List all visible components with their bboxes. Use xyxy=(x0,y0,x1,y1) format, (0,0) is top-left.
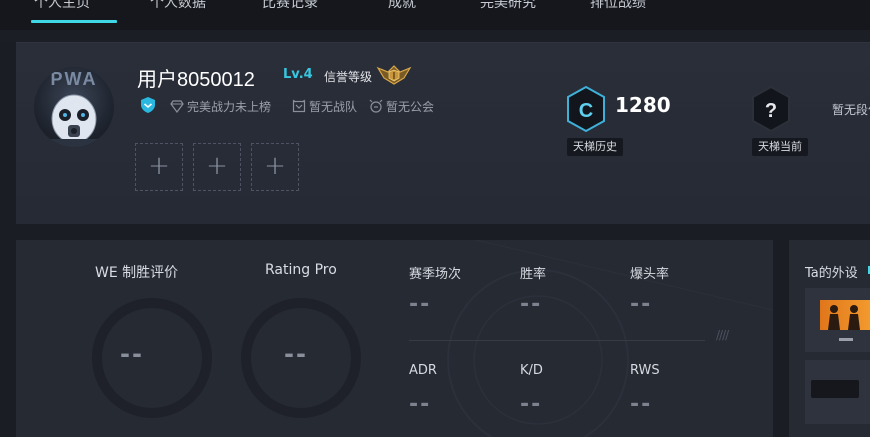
unknown-rank-icon[interactable]: ? xyxy=(749,85,793,133)
rating-pro-title: Rating Pro xyxy=(265,262,337,278)
equipment-title: Ta的外设 xyxy=(805,266,858,281)
ladder-history-score: 1280 xyxy=(615,93,671,117)
ladder-history-label: 天梯历史 xyxy=(567,138,623,156)
equipment-panel: Ta的外设 xyxy=(789,240,870,437)
stat-value-season-matches: -- xyxy=(409,292,432,317)
stat-label-season-matches: 赛季场次 xyxy=(409,267,462,282)
monitor-stand xyxy=(839,338,853,341)
profile-card: PWA 用户8050012 Lv.4 信誉等级 完美战力未上榜 暂无战队 暂无公… xyxy=(16,42,870,224)
equipment-card[interactable] xyxy=(805,288,870,352)
keyboard-icon xyxy=(811,380,859,398)
add-slot-button[interactable]: + xyxy=(193,143,241,191)
stat-label-adr: ADR xyxy=(409,363,437,378)
we-rating-title: WE 制胜评价 xyxy=(95,265,179,281)
stats-divider xyxy=(409,340,705,341)
tab-ranked-record[interactable]: 排位战绩 xyxy=(590,0,646,12)
avatar[interactable]: PWA xyxy=(34,67,114,147)
we-rating-ring xyxy=(92,298,212,418)
top-navigation: 个人主页 个人数据 比赛记录 成就 完美研究 排位战绩 xyxy=(0,0,870,30)
guild-text: 暂无公会 xyxy=(386,100,435,114)
tab-perfect-research[interactable]: 完美研究 xyxy=(480,0,536,12)
add-slot-button[interactable]: + xyxy=(135,143,183,191)
stat-value-win-rate: -- xyxy=(520,292,543,317)
stat-label-kd: K/D xyxy=(520,363,543,378)
team-icon xyxy=(292,99,306,113)
unknown-rank-mark: ? xyxy=(765,100,777,122)
stat-label-headshot-rate: 爆头率 xyxy=(630,267,670,282)
active-tab-indicator xyxy=(31,20,117,23)
add-slot-button[interactable]: + xyxy=(251,143,299,191)
stats-panel: WE 制胜评价 -- Rating Pro -- 赛季场次 -- 胜率 -- 爆… xyxy=(16,240,773,437)
stat-value-adr: -- xyxy=(409,392,432,417)
guild-info[interactable]: 暂无公会 xyxy=(369,98,434,115)
rating-pro-value: -- xyxy=(284,340,308,368)
stat-label-rws: RWS xyxy=(630,363,660,378)
no-rank-text: 暂无段位 xyxy=(832,103,870,117)
stat-value-kd: -- xyxy=(520,392,543,417)
level-badge: Lv.4 xyxy=(283,67,313,82)
username: 用户8050012 xyxy=(137,69,255,91)
stat-label-win-rate: 胜率 xyxy=(520,267,547,282)
guild-icon xyxy=(369,99,383,113)
team-info[interactable]: 暂无战队 xyxy=(292,98,357,115)
tab-achievements[interactable]: 成就 xyxy=(388,0,416,12)
power-ranking-text: 完美战力未上榜 xyxy=(187,100,272,114)
section-separator xyxy=(0,30,870,42)
character-silhouette-icon xyxy=(828,305,860,330)
stat-value-headshot-rate: -- xyxy=(630,292,653,317)
ladder-current-label: 天梯当前 xyxy=(752,138,808,156)
stat-value-rws: -- xyxy=(630,392,653,417)
power-ranking: 完美战力未上榜 xyxy=(170,98,271,115)
tab-personal-data[interactable]: 个人数据 xyxy=(150,0,206,12)
we-rating-value: -- xyxy=(120,340,144,368)
credit-level-badge-icon[interactable] xyxy=(376,64,412,86)
shield-icon xyxy=(141,97,155,113)
diamond-icon xyxy=(170,100,184,113)
decorative-slashes: //// xyxy=(716,328,729,342)
tab-home[interactable]: 个人主页 xyxy=(34,0,90,12)
equipment-card[interactable] xyxy=(805,360,870,424)
svg-text:C: C xyxy=(579,100,593,122)
ladder-rank-c-icon[interactable]: C xyxy=(564,85,608,133)
monitor-image xyxy=(820,300,870,330)
tab-match-history[interactable]: 比赛记录 xyxy=(262,0,318,12)
gas-mask-icon xyxy=(48,94,100,147)
team-text: 暂无战队 xyxy=(309,100,358,114)
credit-level-label: 信誉等级 xyxy=(324,70,373,84)
